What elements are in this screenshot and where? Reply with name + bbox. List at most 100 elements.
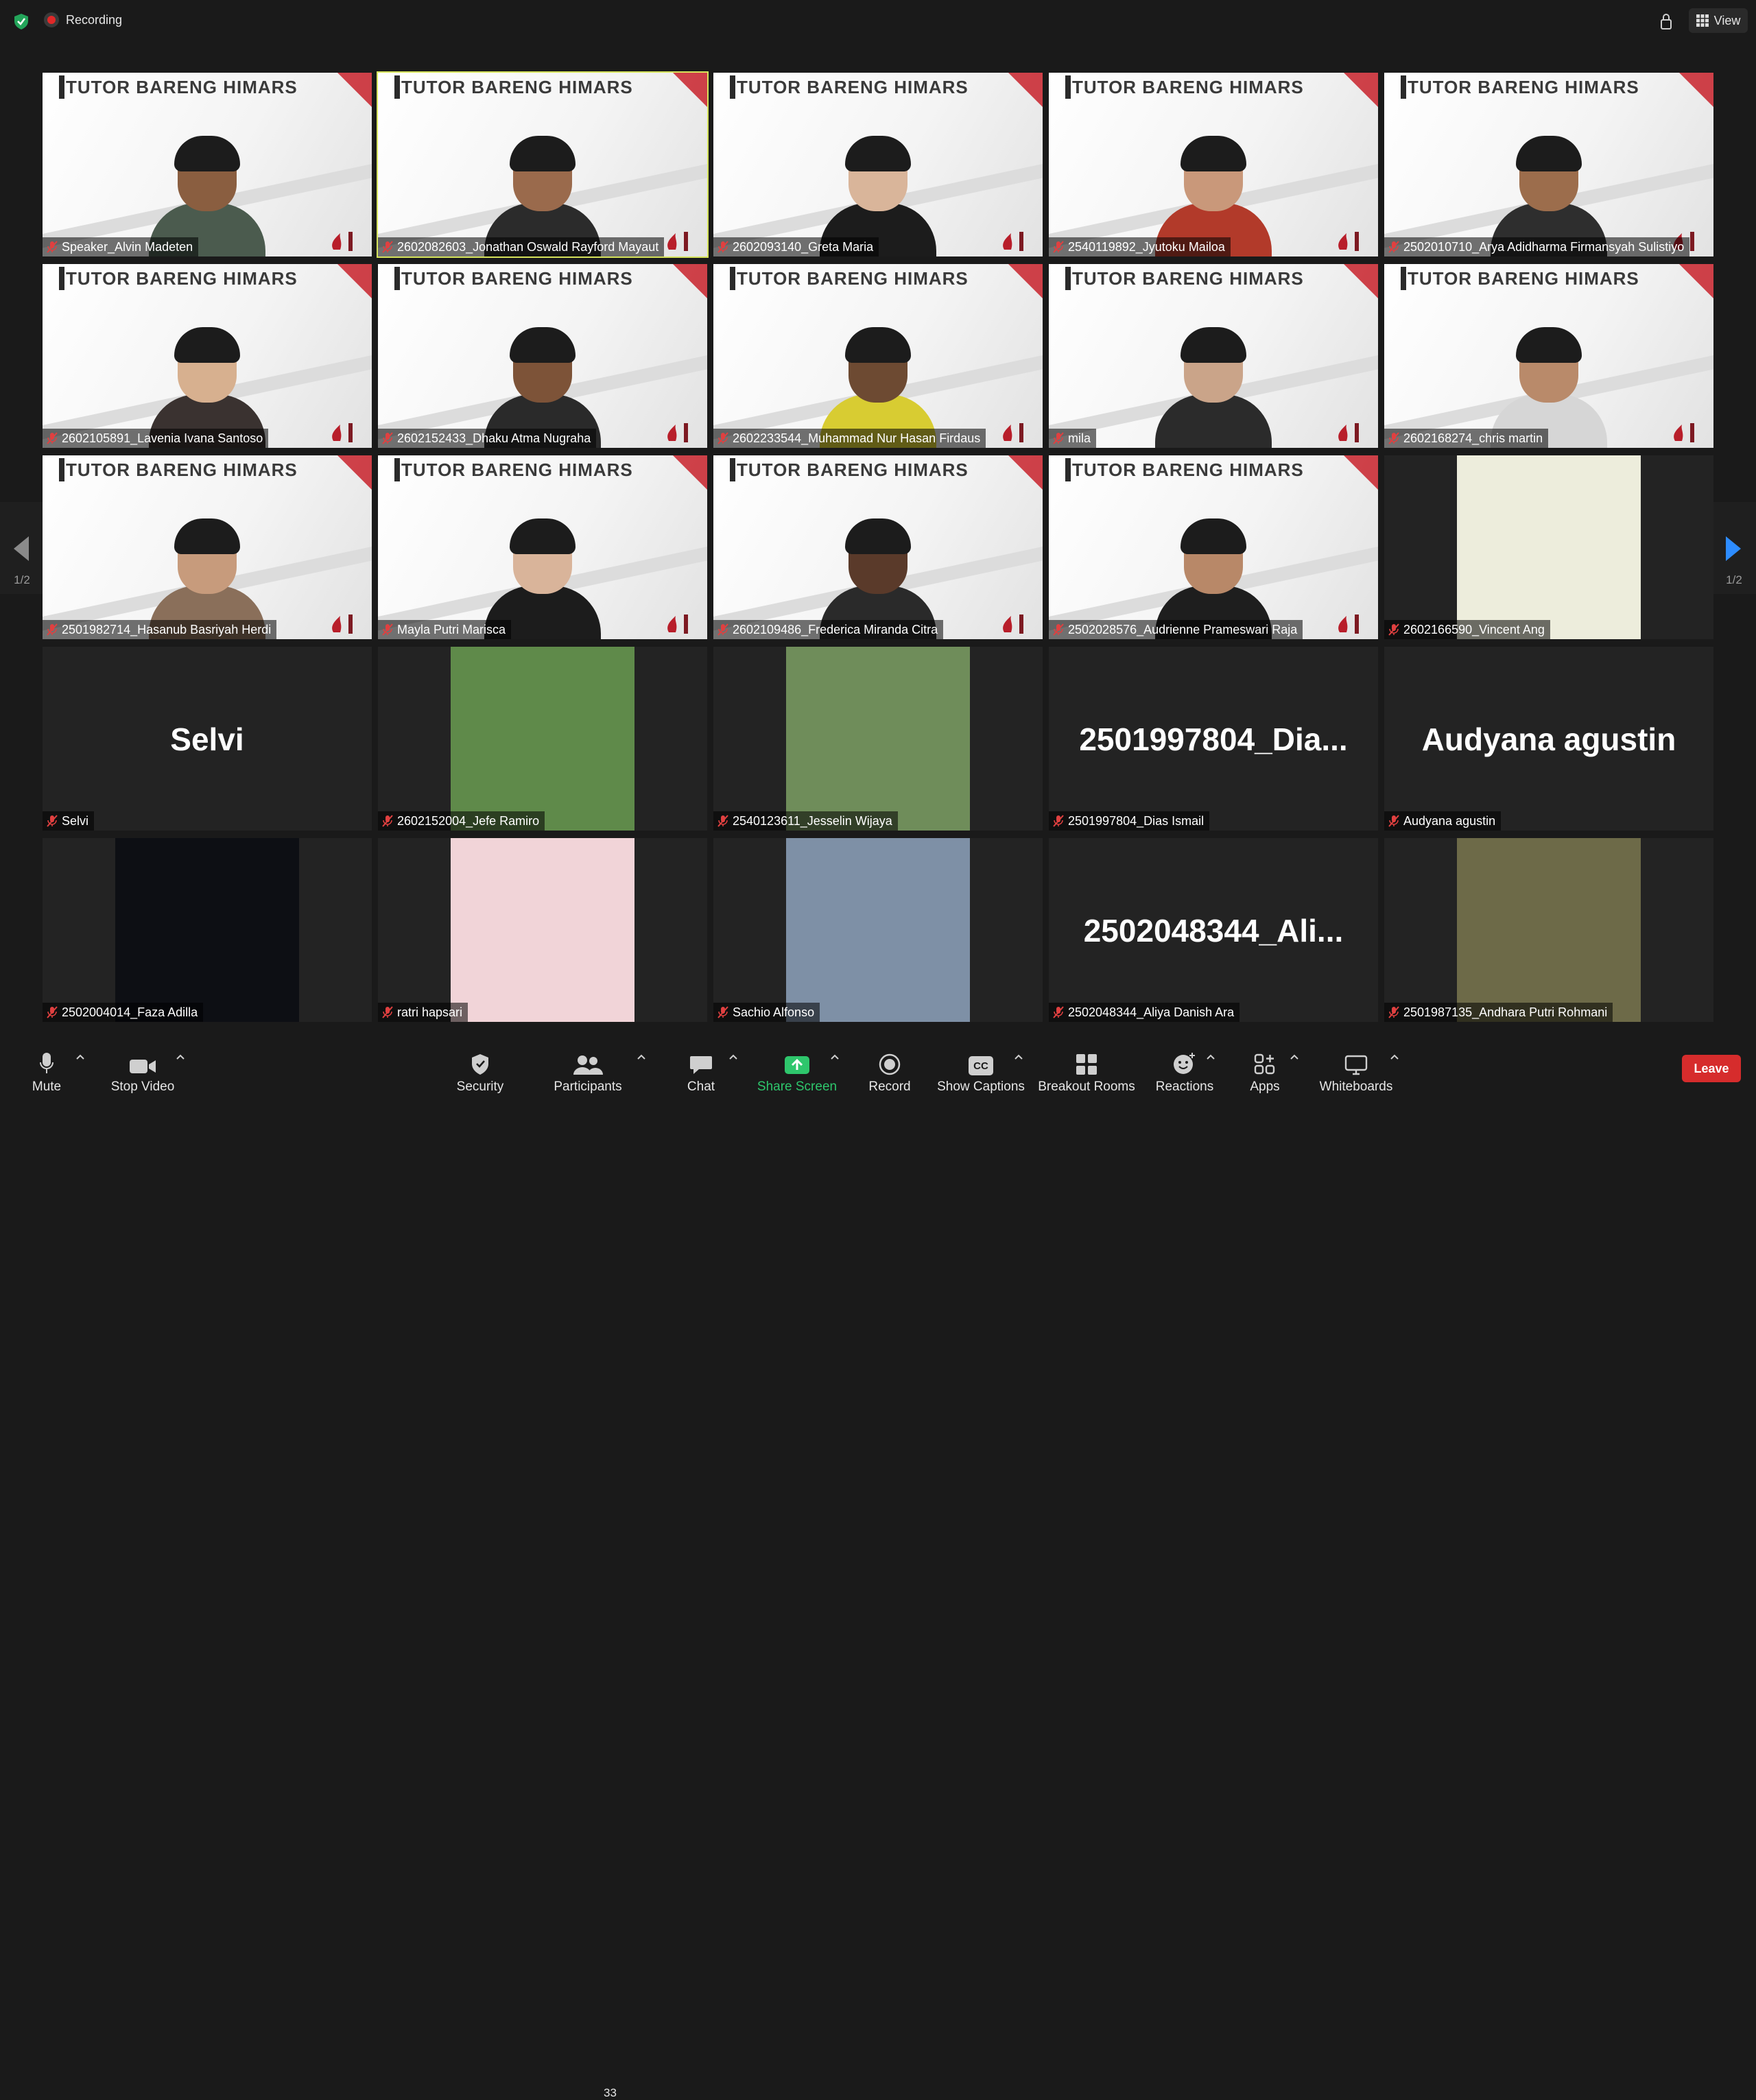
whiteboards-options-caret-icon[interactable] [1390, 1053, 1399, 1060]
participant-name-placeholder: 2502048344_Ali... [1083, 913, 1344, 948]
muted-microphone-icon [47, 241, 58, 253]
muted-microphone-icon [382, 241, 393, 253]
video-gallery: TUTOR BARENG HIMARS Speaker_Alvin Madeten… [43, 71, 1713, 1023]
participant-tile[interactable]: TUTOR BARENG HIMARS Mayla Putri Marisca [378, 455, 707, 639]
video-feed: TUTOR BARENG HIMARS [1384, 73, 1713, 256]
previous-page-button[interactable]: 1/2 [0, 502, 44, 594]
participant-tile[interactable]: TUTOR BARENG HIMARS 2602082603_Jonathan O… [377, 71, 709, 258]
stop-video-button[interactable]: Stop Video [107, 1037, 178, 1097]
chat-button[interactable]: Chat [686, 1037, 716, 1097]
participant-tile[interactable]: TUTOR BARENG HIMARS 2502010710_Arya Adidh… [1384, 73, 1713, 256]
video-feed: TUTOR BARENG HIMARS [378, 73, 707, 256]
show-captions-button[interactable]: CC Show Captions [937, 1037, 1025, 1097]
participant-tile[interactable]: Audyana agustin Audyana agustin [1384, 647, 1713, 831]
video-feed: TUTOR BARENG HIMARS [713, 455, 1043, 639]
lock-icon[interactable] [1654, 11, 1678, 32]
participant-name-label: 2602105891_Lavenia Ivana Santoso [43, 429, 269, 448]
participant-name: 2602093140_Greta Maria [733, 239, 874, 254]
apps-options-caret-icon[interactable] [1290, 1053, 1299, 1060]
muted-microphone-icon [382, 815, 393, 827]
record-button[interactable]: Record [868, 1037, 911, 1097]
muted-microphone-icon [1388, 432, 1399, 444]
participant-profile-picture [1457, 838, 1641, 1022]
participant-name: Speaker_Alvin Madeten [62, 239, 193, 254]
participant-tile[interactable]: TUTOR BARENG HIMARS 2602109486_Frederica … [713, 455, 1043, 639]
participant-tile[interactable]: 2501997804_Dia... 2501997804_Dias Ismail [1049, 647, 1378, 831]
muted-microphone-icon [47, 815, 58, 827]
encryption-shield-icon[interactable] [12, 12, 30, 30]
participant-name-label: 2602093140_Greta Maria [713, 237, 879, 256]
reactions-options-caret-icon[interactable] [1206, 1053, 1215, 1060]
participant-name-label: 2602233544_Muhammad Nur Hasan Firdaus [713, 429, 986, 448]
whiteboards-button[interactable]: Whiteboards [1318, 1037, 1394, 1097]
muted-microphone-icon [47, 623, 58, 636]
participant-tile[interactable]: TUTOR BARENG HIMARS Speaker_Alvin Madeten [43, 73, 372, 256]
participant-tile[interactable]: TUTOR BARENG HIMARS 2602152433_Dhaku Atma… [378, 264, 707, 448]
participant-name: Audyana agustin [1403, 813, 1496, 828]
security-button[interactable]: Security [451, 1037, 509, 1097]
video-feed: TUTOR BARENG HIMARS [378, 264, 707, 448]
participant-name-label: 2501987135_Andhara Putri Rohmani [1384, 1003, 1613, 1022]
breakout-rooms-button[interactable]: Breakout Rooms [1038, 1037, 1135, 1097]
participant-profile-picture [1457, 455, 1641, 639]
video-camera-icon [130, 1060, 156, 1073]
himars-logo-icon [332, 232, 353, 251]
participant-name: 2502004014_Faza Adilla [62, 1005, 198, 1019]
mute-options-caret-icon[interactable] [75, 1053, 85, 1060]
participant-name-label: ratri hapsari [378, 1003, 468, 1022]
participant-tile[interactable]: TUTOR BARENG HIMARS 2602233544_Muhammad N… [713, 264, 1043, 448]
view-button[interactable]: View [1689, 8, 1748, 33]
share-options-caret-icon[interactable] [830, 1053, 840, 1060]
muted-microphone-icon [717, 1006, 728, 1018]
mute-button[interactable]: Mute [27, 1037, 66, 1097]
video-banner-text: TUTOR BARENG HIMARS [1072, 268, 1304, 289]
participant-tile[interactable]: TUTOR BARENG HIMARS 2602105891_Lavenia Iv… [43, 264, 372, 448]
participant-name-label: 2602152004_Jefe Ramiro [378, 811, 545, 831]
participant-tile[interactable]: Sachio Alfonso [713, 838, 1043, 1022]
reactions-button[interactable]: Reactions [1155, 1037, 1214, 1097]
participant-tile[interactable]: TUTOR BARENG HIMARS 2540119892_Jyutoku Ma… [1049, 73, 1378, 256]
participant-name: 2602152004_Jefe Ramiro [397, 813, 540, 828]
video-options-caret-icon[interactable] [176, 1053, 185, 1060]
arrow-right-icon [1726, 536, 1741, 561]
participant-tile[interactable]: TUTOR BARENG HIMARS 2501982714_Hasanub Ba… [43, 455, 372, 639]
participant-tile[interactable]: TUTOR BARENG HIMARS 2602168274_chris mart… [1384, 264, 1713, 448]
participant-tile[interactable]: 2501987135_Andhara Putri Rohmani [1384, 838, 1713, 1022]
whiteboard-icon [1344, 1055, 1368, 1075]
participant-tile[interactable]: TUTOR BARENG HIMARS 2602093140_Greta Mari… [713, 73, 1043, 256]
participant-name: ratri hapsari [397, 1005, 463, 1019]
participants-button[interactable]: Participants [551, 1037, 624, 1097]
participant-tile[interactable]: Selvi Selvi [43, 647, 372, 831]
grid-view-icon [1696, 14, 1709, 27]
recording-indicator[interactable]: Recording [44, 12, 122, 27]
participant-tile[interactable]: 2502004014_Faza Adilla [43, 838, 372, 1022]
leave-button[interactable]: Leave [1682, 1055, 1741, 1082]
video-feed: TUTOR BARENG HIMARS [43, 264, 372, 448]
participant-name: 2540119892_Jyutoku Mailoa [1068, 239, 1225, 254]
participant-tile[interactable]: 2540123611_Jesselin Wijaya [713, 647, 1043, 831]
participant-tile[interactable]: TUTOR BARENG HIMARS mila [1049, 264, 1378, 448]
record-label: Record [868, 1079, 911, 1094]
participant-name: mila [1068, 431, 1091, 445]
participant-video-figure [1155, 318, 1272, 448]
participant-tile[interactable]: ratri hapsari [378, 838, 707, 1022]
participant-tile[interactable]: 2602166590_Vincent Ang [1384, 455, 1713, 639]
next-page-button[interactable]: 1/2 [1712, 502, 1756, 594]
breakout-rooms-icon [1076, 1054, 1097, 1075]
participant-name: 2602082603_Jonathan Oswald Rayford Mayau… [397, 239, 659, 254]
participant-name: 2502048344_Aliya Danish Ara [1068, 1005, 1235, 1019]
participant-name-label: 2502048344_Aliya Danish Ara [1049, 1003, 1240, 1022]
participant-tile[interactable]: 2602152004_Jefe Ramiro [378, 647, 707, 831]
muted-microphone-icon [1388, 1006, 1399, 1018]
muted-microphone-icon [382, 1006, 393, 1018]
chat-options-caret-icon[interactable] [728, 1053, 738, 1060]
share-screen-button[interactable]: Share Screen [757, 1037, 837, 1097]
captions-options-caret-icon[interactable] [1014, 1053, 1023, 1060]
participants-icon [573, 1055, 603, 1075]
muted-microphone-icon [1053, 623, 1064, 636]
participant-tile[interactable]: TUTOR BARENG HIMARS 2502028576_Audrienne … [1049, 455, 1378, 639]
participants-options-caret-icon[interactable] [637, 1053, 646, 1060]
video-feed: TUTOR BARENG HIMARS [1049, 455, 1378, 639]
apps-button[interactable]: Apps [1247, 1037, 1283, 1097]
participant-tile[interactable]: 2502048344_Ali... 2502048344_Aliya Danish… [1049, 838, 1378, 1022]
